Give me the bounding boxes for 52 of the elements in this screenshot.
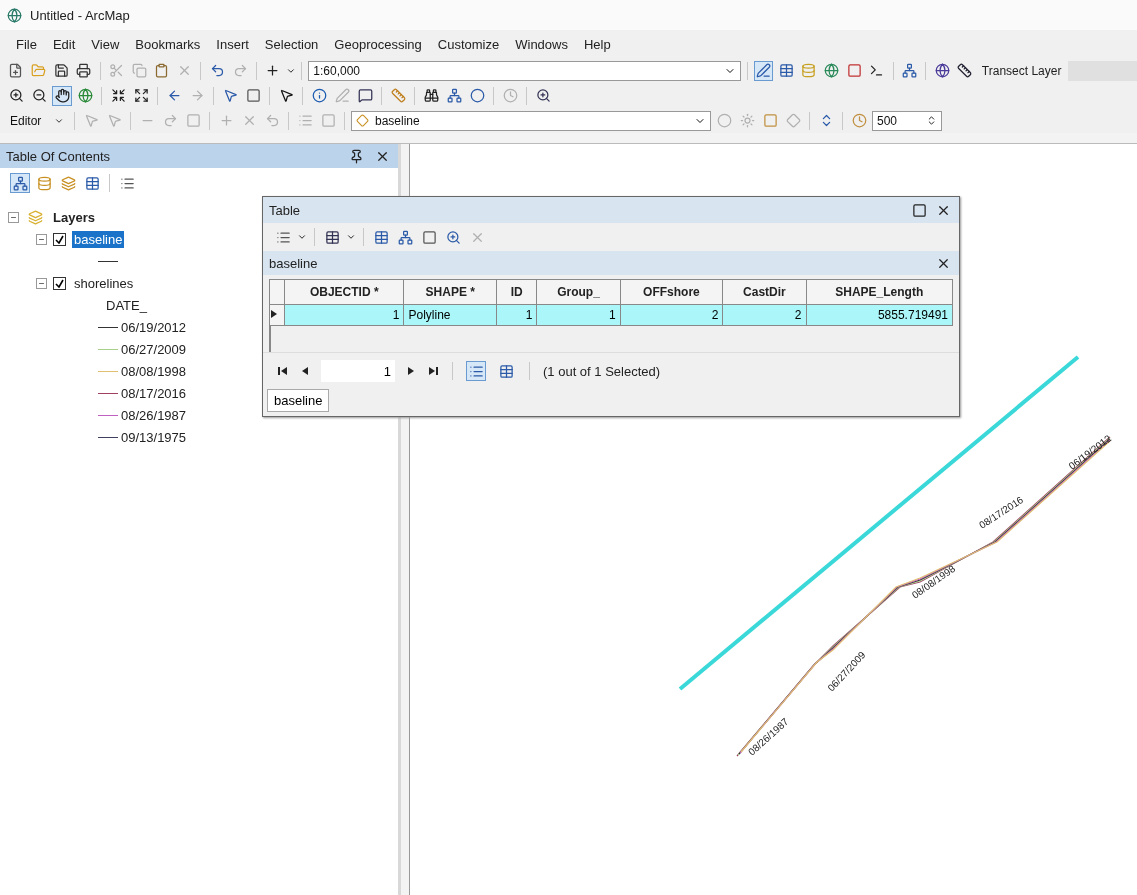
show-all-records-icon[interactable] [466, 361, 486, 381]
record-field[interactable]: 1 [321, 360, 395, 382]
window-title: Table [269, 202, 301, 218]
menu-item[interactable]: Windows [507, 36, 576, 52]
collapse-icon[interactable] [36, 233, 47, 245]
legend-label: 06/27/2009 [121, 341, 187, 357]
legend-label: 08/26/1987 [121, 407, 187, 423]
column-header[interactable]: SHAPE_Length [806, 279, 953, 305]
last-record-icon[interactable] [427, 366, 439, 376]
menu-item[interactable]: View [83, 36, 128, 52]
column-header[interactable]: CastDir [722, 279, 807, 305]
table-tab[interactable]: baseline [267, 389, 330, 412]
layer-name[interactable]: shorelines [72, 274, 136, 292]
current-row-icon [271, 310, 277, 318]
menu-item[interactable]: Bookmarks [127, 36, 209, 52]
panel-title: Table Of Contents [6, 148, 111, 164]
column-header[interactable]: ID [496, 279, 537, 305]
column-header[interactable]: SHAPE * [403, 279, 497, 305]
layer-name[interactable]: baseline [72, 230, 125, 248]
toolbar-label: Transect Layer [980, 63, 1063, 78]
number-field[interactable]: 500 [872, 110, 942, 131]
collapse-icon[interactable] [36, 277, 47, 289]
layer-dropdown[interactable]: baseline [351, 110, 711, 131]
menu-item[interactable]: Help [575, 36, 619, 52]
menu-item[interactable]: Insert [208, 36, 257, 52]
menu-item[interactable]: Selection [256, 36, 327, 52]
collapse-icon[interactable] [8, 211, 19, 223]
spin-arrows-icon[interactable] [926, 115, 937, 126]
layer-symbol-icon [356, 114, 369, 127]
column-header[interactable]: OFFshore [620, 279, 723, 305]
menu-item[interactable]: File [8, 36, 45, 52]
scale-field[interactable]: 1:60,000 [308, 60, 741, 81]
checkbox[interactable] [53, 276, 66, 290]
menu-item[interactable]: Customize [429, 36, 508, 52]
legend-label: 09/13/1975 [121, 429, 187, 445]
menu-item[interactable]: Geoprocessing [326, 36, 430, 52]
legend-label: 08/08/1998 [121, 363, 187, 379]
checkbox[interactable] [53, 232, 66, 246]
field-name: DATE_ [106, 297, 147, 313]
pan-hand-icon[interactable] [52, 85, 72, 106]
menu-item[interactable]: Edit [44, 36, 84, 52]
column-header[interactable]: OBJECTID * [284, 279, 404, 305]
edit-icon[interactable] [753, 60, 774, 81]
layer-name[interactable]: Layers [51, 208, 97, 226]
editor-menu[interactable]: Editor [6, 110, 68, 131]
column-header[interactable]: Group_ [536, 279, 621, 305]
table-title: baseline [269, 255, 318, 271]
selection-status: (1 out of 1 Selected) [543, 363, 661, 379]
legend-label: 06/19/2012 [121, 319, 187, 335]
window-title: Untitled - ArcMap [30, 7, 130, 23]
legend-label: 08/17/2016 [121, 385, 187, 401]
first-record-icon[interactable] [277, 366, 289, 376]
